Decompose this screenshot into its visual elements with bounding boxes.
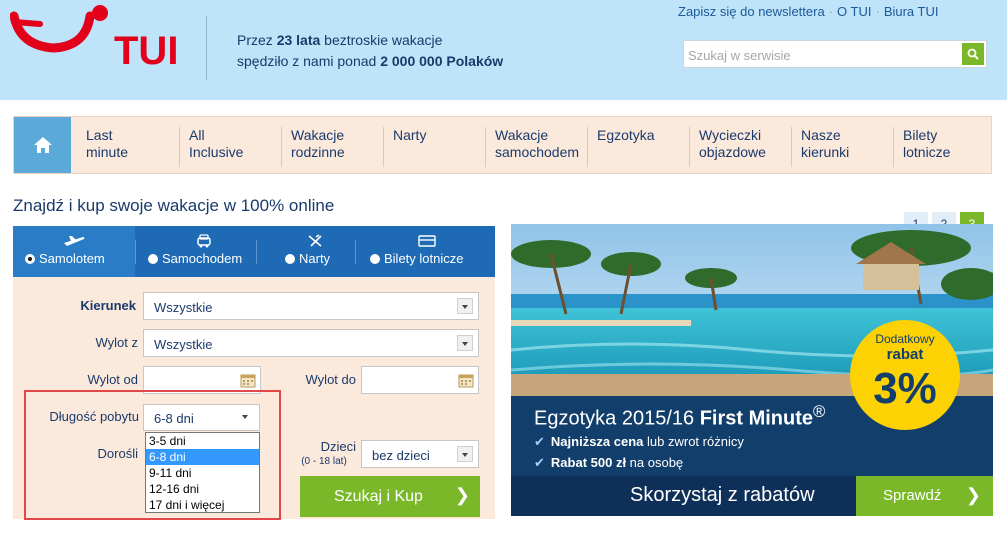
ticket-icon (418, 235, 436, 247)
promo-banner[interactable]: Egzotyka 2015/16 First Minute® ✔ Najniższ… (511, 224, 993, 516)
page-heading: Znajdź i kup swoje wakacje w 100% online (13, 196, 335, 215)
nav-item-ski[interactable]: Narty (383, 127, 426, 167)
main-nav: Last minute All Inclusive Wakacje rodzinne … (13, 116, 992, 174)
children-age-hint: (0 - 18 lat) (301, 456, 347, 467)
date-to-label: Wylot do (305, 372, 356, 387)
departure-from-label: Wylot z (95, 335, 139, 350)
nav-item-destinations[interactable]: Nasze kierunki (791, 127, 849, 167)
tab-car[interactable]: Samochodem (136, 226, 256, 277)
destination-label: Kierunek (80, 298, 136, 313)
svg-text:TUI: TUI (114, 29, 178, 72)
header: TUI Przez 23 lata beztroskie wakacje spę… (0, 0, 1007, 100)
promo-cta-text: Skorzystaj z rabatów (630, 484, 815, 506)
nav-item-last-minute[interactable]: Last minute (77, 127, 128, 167)
promo-title: Egzotyka 2015/16 First Minute® (534, 402, 826, 430)
nav-item-car-holidays[interactable]: Wakacje samochodem (485, 127, 579, 167)
home-button[interactable] (14, 117, 71, 173)
badge-line-2: rabat (886, 346, 924, 363)
link-separator: · (875, 4, 880, 19)
destination-select[interactable]: Wszystkie (143, 292, 479, 320)
search-icon (967, 48, 979, 60)
promo-cta-bar: Skorzystaj z rabatów Sprawdź ❯ (511, 476, 993, 516)
calendar-icon[interactable] (458, 372, 474, 388)
tab-flight-tickets[interactable]: Bilety lotnicze (356, 226, 495, 277)
about-link[interactable]: O TUI (837, 4, 871, 19)
children-value: bez dzieci (372, 448, 430, 463)
chevron-right-icon: ❯ (454, 485, 470, 505)
tab-radio (370, 254, 380, 264)
search-button[interactable] (962, 43, 984, 65)
header-divider (206, 16, 207, 80)
tagline: Przez 23 lata beztroskie wakacje spędził… (237, 32, 504, 69)
nav-item-family[interactable]: Wakacje rodzinne (281, 127, 345, 167)
search-box (683, 40, 987, 68)
search-and-buy-button[interactable]: Szukaj i Kup ❯ (300, 476, 480, 517)
car-icon (197, 234, 211, 248)
promo-line-1: ✔ Najniższa cena lub zwrot różnicy (534, 434, 744, 449)
chevron-down-icon (457, 298, 473, 314)
nav-item-all-inclusive[interactable]: All Inclusive (179, 127, 243, 167)
children-select[interactable]: bez dzieci (361, 440, 479, 468)
tab-ski[interactable]: Narty (257, 226, 355, 277)
tab-radio (148, 254, 158, 264)
search-button-label: Szukaj i Kup (334, 488, 423, 505)
highlight-box (24, 390, 281, 520)
tui-logo[interactable]: TUI (10, 2, 180, 72)
newsletter-link[interactable]: Zapisz się do newslettera (678, 4, 825, 19)
calendar-icon[interactable] (240, 372, 256, 388)
nav-item-exotic[interactable]: Egzotyka (587, 127, 655, 167)
nav-item-flights[interactable]: Bilety lotnicze (893, 127, 950, 167)
check-icon: ✔ (534, 434, 545, 449)
nav-item-tours[interactable]: Wycieczki objazdowe (689, 127, 766, 167)
transport-tabs: Samolotem Samochodem Narty Bilety lotnic… (13, 226, 495, 277)
badge-percent: 3% (873, 364, 937, 413)
ski-icon (308, 234, 322, 247)
search-input[interactable] (688, 44, 958, 66)
tab-radio (25, 254, 35, 264)
home-icon (33, 137, 52, 153)
badge-line-1: Dodatkowy (875, 332, 935, 346)
children-label: Dzieci (320, 439, 356, 454)
chevron-right-icon: ❯ (965, 485, 981, 505)
plane-icon (64, 236, 85, 246)
discount-badge: Dodatkowy rabat 3% (850, 320, 960, 430)
check-icon: ✔ (534, 455, 545, 470)
promo-line-2: ✔ Rabat 500 zł na osobę (534, 455, 684, 470)
check-offer-label: Sprawdź (883, 487, 942, 504)
check-offer-button[interactable]: Sprawdź ❯ (856, 476, 993, 516)
tab-radio (285, 254, 295, 264)
link-separator: · (828, 4, 834, 19)
departure-airport-select[interactable]: Wszystkie (143, 329, 479, 357)
chevron-down-icon (457, 335, 473, 351)
tab-plane[interactable]: Samolotem (13, 226, 135, 277)
destination-value: Wszystkie (154, 300, 213, 315)
top-links: Zapisz się do newslettera · O TUI · Biura TU… (678, 4, 938, 19)
departure-airport-value: Wszystkie (154, 337, 213, 352)
chevron-down-icon (457, 446, 473, 462)
date-to-input[interactable] (361, 366, 479, 394)
offices-link[interactable]: Biura TUI (884, 4, 939, 19)
date-from-label: Wylot od (87, 372, 138, 387)
